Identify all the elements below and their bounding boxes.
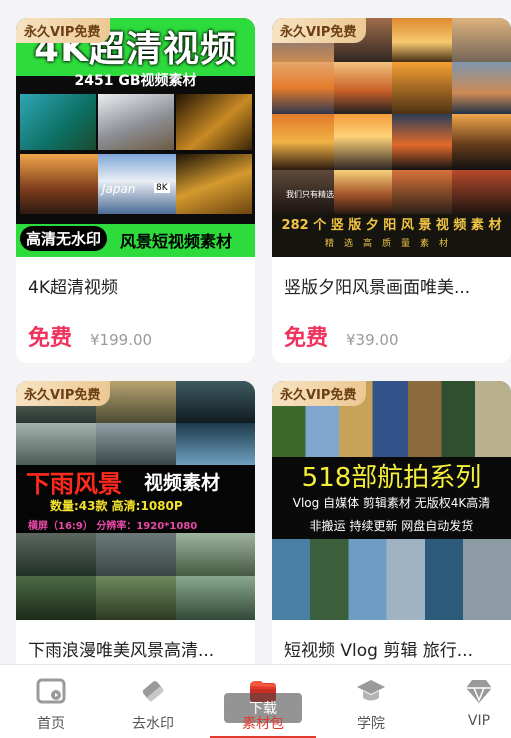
japan-label: Japan bbox=[102, 182, 136, 196]
card-thumbnail[interactable]: 518部航拍系列 Vlog 自媒体 剪辑素材 无版权4K高清 非搬运 持续更新 … bbox=[272, 381, 511, 620]
original-price: ¥199.00 bbox=[90, 331, 153, 349]
home-icon bbox=[35, 675, 67, 707]
thumb-caption-sub: 精选高质量素材 bbox=[324, 239, 458, 249]
original-price: ¥39.00 bbox=[346, 331, 399, 349]
nav-item-home[interactable]: 首页 bbox=[0, 665, 102, 738]
card-thumbnail[interactable]: 下雨风景 视频素材 数量:43款 高清:1080P 横屏（16:9） 分辨率：1… bbox=[16, 381, 255, 620]
nav-item-material-pack[interactable]: 下载 素材包 bbox=[208, 665, 318, 738]
material-card[interactable]: 518部航拍系列 Vlog 自媒体 剪辑素材 无版权4K高清 非搬运 持续更新 … bbox=[272, 381, 511, 664]
material-card[interactable]: 我们只有精选 282 个 竖 版 夕 阳 风 景 视 频 素 材 精选高质量素材… bbox=[272, 18, 511, 363]
card-title[interactable]: 下雨浪漫唯美风景高清... bbox=[28, 636, 243, 661]
8k-tag: 8K bbox=[154, 183, 170, 193]
material-card[interactable]: 下雨风景 视频素材 数量:43款 高清:1080P 横屏（16:9） 分辨率：1… bbox=[16, 381, 255, 664]
card-thumbnail[interactable]: 4K超清视频 2451 GB视频素材 Japan 8K 高清无水印 风景短视频素… bbox=[16, 18, 255, 257]
nav-label: 去水印 bbox=[132, 716, 174, 732]
material-card[interactable]: 4K超清视频 2451 GB视频素材 Japan 8K 高清无水印 风景短视频素… bbox=[16, 18, 255, 363]
thumb-line-2: Vlog 自媒体 剪辑素材 无版权4K高清 bbox=[292, 496, 491, 510]
nav-label: 学院 bbox=[357, 716, 385, 732]
nav-item-remove-watermark[interactable]: 去水印 bbox=[102, 665, 204, 738]
thumb-small-text: 我们只有精选 bbox=[286, 190, 334, 199]
nav-label: 素材包 bbox=[242, 716, 284, 732]
thumb-line-3: 横屏（16:9） 分辨率：1920*1080 bbox=[28, 521, 198, 532]
thumb-caption: 282 个 竖 版 夕 阳 风 景 视 频 素 材 bbox=[281, 218, 502, 233]
nav-item-vip[interactable]: VIP bbox=[428, 665, 511, 738]
nav-label: VIP bbox=[467, 713, 491, 729]
card-thumbnail[interactable]: 我们只有精选 282 个 竖 版 夕 阳 风 景 视 频 素 材 精选高质量素材 bbox=[272, 18, 511, 257]
thumb-headline-2: 视频素材 bbox=[144, 472, 221, 494]
thumb-line-2: 数量:43款 高清:1080P bbox=[50, 499, 183, 513]
card-title[interactable]: 短视频 Vlog 剪辑 旅行... bbox=[284, 636, 499, 661]
diamond-icon bbox=[463, 675, 495, 707]
thumb-bottom-text: 风景短视频素材 bbox=[120, 232, 233, 251]
thumb-subtitle: 2451 GB视频素材 bbox=[74, 73, 197, 89]
price-row: 免费 ¥39.00 bbox=[284, 320, 399, 351]
vip-free-badge: 永久VIP免费 bbox=[272, 381, 367, 406]
vip-free-badge: 永久VIP免费 bbox=[16, 381, 111, 406]
nav-label: 首页 bbox=[37, 716, 65, 732]
nav-item-academy[interactable]: 学院 bbox=[320, 665, 422, 738]
thumb-pill: 高清无水印 bbox=[20, 226, 108, 251]
thumb-headline: 下雨风景 bbox=[26, 470, 122, 498]
eraser-icon bbox=[137, 675, 169, 707]
graduation-cap-icon bbox=[355, 675, 387, 707]
vip-free-badge: 永久VIP免费 bbox=[16, 18, 111, 43]
material-grid: 4K超清视频 2451 GB视频素材 Japan 8K 高清无水印 风景短视频素… bbox=[0, 0, 511, 664]
price-free: 免费 bbox=[28, 326, 73, 351]
bottom-nav: 首页 去水印 下载 素材包 学院 VIP bbox=[0, 664, 511, 738]
thumb-line-3: 非搬运 持续更新 网盘自动发货 bbox=[309, 519, 474, 533]
price-row: 免费 ¥199.00 bbox=[28, 320, 153, 351]
vip-free-badge: 永久VIP免费 bbox=[272, 18, 367, 43]
thumb-headline: 518部航拍系列 bbox=[301, 463, 482, 493]
card-title[interactable]: 竖版夕阳风景画面唯美... bbox=[284, 273, 499, 298]
card-title[interactable]: 4K超清视频 bbox=[28, 273, 243, 298]
price-free: 免费 bbox=[284, 326, 329, 351]
